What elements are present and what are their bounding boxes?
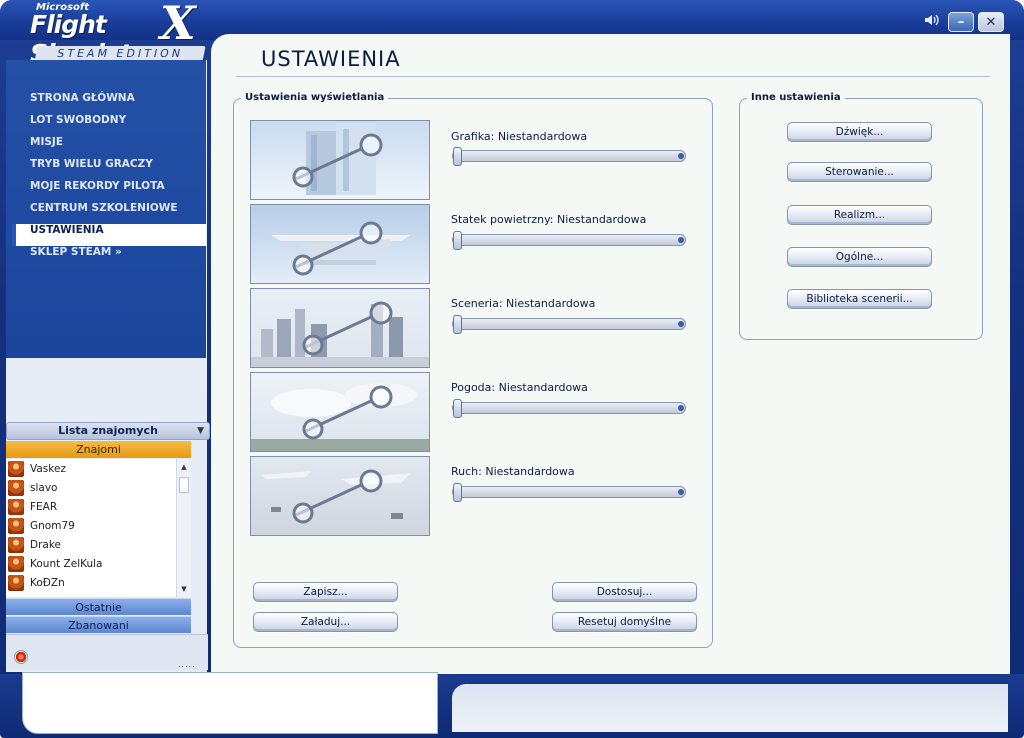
general-button[interactable]: Ogólne... [787, 247, 932, 267]
bottom-status-area [452, 684, 1008, 732]
status-icon[interactable] [14, 650, 28, 664]
load-button[interactable]: Załaduj... [253, 612, 398, 632]
friend-item[interactable]: Gnom79 [6, 516, 191, 535]
reset-defaults-button[interactable]: Resetuj domyślne [552, 612, 697, 632]
slider-knob[interactable] [453, 315, 462, 334]
friend-list-scrollbar[interactable]: ▲ ▼ [176, 459, 191, 597]
nav-item-learning-center[interactable]: CENTRUM SZKOLENIOWE [12, 202, 206, 224]
sound-button[interactable]: Dźwięk... [787, 122, 932, 142]
friends-section-banned[interactable]: Zbanowani [6, 616, 191, 633]
avatar-icon [8, 517, 24, 534]
friend-name: FEAR [30, 500, 58, 513]
minimize-button[interactable]: – [948, 12, 974, 32]
traffic-slider[interactable] [452, 483, 686, 502]
friends-list-dropdown[interactable]: Lista znajomych ▼ [6, 422, 210, 440]
friends-section-known[interactable]: Znajomi [6, 441, 191, 458]
weather-setting-label: Pogoda: Niestandardowa [451, 381, 588, 394]
friends-section-recent[interactable]: Ostatnie [6, 598, 191, 615]
graphics-slider[interactable] [452, 147, 686, 166]
slider-knob[interactable] [453, 399, 462, 418]
friend-list: Vaskez slavo FEAR Gnom79 Drake Kount Zel… [6, 459, 191, 597]
friends-list-label: Lista znajomych [58, 424, 158, 437]
logo-x: X [160, 0, 196, 50]
nav-item-missions[interactable]: MISJE [12, 136, 206, 158]
page-title: USTAWIENIA [261, 47, 401, 71]
scenery-setting-label: Sceneria: Niestandardowa [451, 297, 596, 310]
slider-end-icon [678, 405, 684, 411]
scroll-down-icon[interactable]: ▼ [177, 583, 191, 595]
nav-item-steam-store[interactable]: SKLEP STEAM » [12, 246, 206, 268]
aircraft-slider[interactable] [452, 231, 686, 250]
aircraft-setting-label: Statek powietrzny: Niestandardowa [451, 213, 647, 226]
aircraft-wrench-image [250, 204, 430, 284]
friend-item[interactable]: KoĐZn [6, 573, 191, 592]
friend-item[interactable]: Vaskez [6, 459, 191, 478]
nav-item-pilot-records[interactable]: MOJE REKORDY PILOTA [12, 180, 206, 202]
friend-name: Gnom79 [30, 519, 75, 532]
slider-knob[interactable] [453, 147, 462, 166]
friend-name: Vaskez [30, 462, 66, 475]
friend-name: KoĐZn [30, 576, 65, 589]
avatar-icon [8, 460, 24, 477]
slider-end-icon [678, 489, 684, 495]
scroll-up-icon[interactable]: ▲ [177, 461, 191, 473]
slider-knob[interactable] [453, 483, 462, 502]
slider-end-icon [678, 153, 684, 159]
customize-button[interactable]: Dostosuj... [552, 582, 697, 602]
friend-item[interactable]: slavo [6, 478, 191, 497]
friend-name: Drake [30, 538, 62, 551]
close-button[interactable]: ✕ [978, 12, 1004, 32]
friend-item[interactable]: Kount ZelKula [6, 554, 191, 573]
weather-slider[interactable] [452, 399, 686, 418]
avatar-icon [8, 479, 24, 496]
resize-grip[interactable]: ..... [178, 660, 196, 669]
window-controls: – ✕ [924, 12, 1004, 32]
avatar-icon [8, 536, 24, 553]
avatar-icon [8, 555, 24, 572]
nav-item-settings[interactable]: USTAWIENIA [12, 224, 206, 246]
nav-item-free-flight[interactable]: LOT SWOBODNY [12, 114, 206, 136]
nav-item-multiplayer[interactable]: TRYB WIELU GRACZY [12, 158, 206, 180]
traffic-wrench-image [250, 456, 430, 536]
friend-item[interactable]: Drake [6, 535, 191, 554]
avatar-icon [8, 574, 24, 591]
nav-item-home[interactable]: STRONA GŁÓWNA [12, 92, 206, 114]
scroll-thumb[interactable] [179, 477, 189, 493]
speaker-icon[interactable] [924, 13, 940, 31]
graphics-wrench-image [250, 120, 430, 200]
controls-button[interactable]: Sterowanie... [787, 162, 932, 182]
chevron-down-icon: ▼ [197, 426, 204, 436]
realism-button[interactable]: Realizm... [787, 205, 932, 225]
scenery-wrench-image [250, 288, 430, 368]
save-button[interactable]: Zapisz... [253, 582, 398, 602]
slider-knob[interactable] [453, 231, 462, 250]
scenery-slider[interactable] [452, 315, 686, 334]
weather-wrench-image [250, 372, 430, 452]
friend-name: Kount ZelKula [30, 557, 103, 570]
scenery-library-button[interactable]: Biblioteka scenerii... [787, 289, 932, 309]
other-settings-label: Inne ustawienia [747, 92, 845, 103]
display-settings-label: Ustawienia wyświetlania [241, 92, 389, 103]
main-nav: STRONA GŁÓWNA LOT SWOBODNY MISJE TRYB WI… [12, 92, 206, 268]
traffic-setting-label: Ruch: Niestandardowa [451, 465, 575, 478]
friend-name: slavo [30, 481, 58, 494]
friend-item[interactable]: FEAR [6, 497, 191, 516]
avatar-icon [8, 498, 24, 515]
chat-input-area[interactable] [22, 672, 438, 734]
slider-end-icon [678, 321, 684, 327]
flight-simulator-logo: Microsoft Flight Simulator X STEAM EDITI… [14, 0, 214, 68]
slider-end-icon [678, 237, 684, 243]
graphics-setting-label: Grafika: Niestandardowa [451, 130, 588, 143]
title-divider [236, 76, 990, 77]
